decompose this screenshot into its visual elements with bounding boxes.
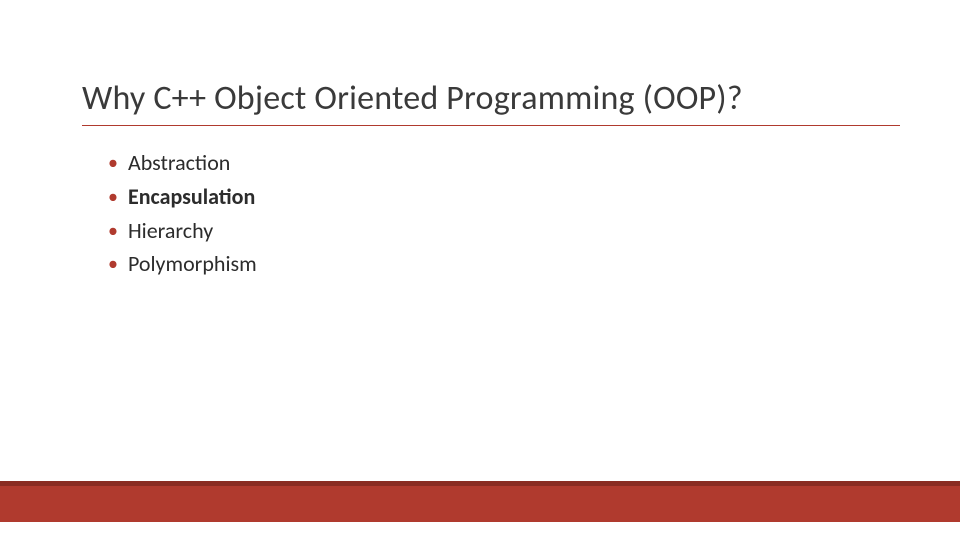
bullet-text: Hierarchy — [128, 216, 213, 247]
bullet-list: • Abstraction • Encapsulation • Hierarch… — [108, 148, 257, 283]
footer-band — [0, 486, 960, 522]
bullet-text: Polymorphism — [128, 249, 257, 280]
slide-title: Why C++ Object Oriented Programming (OOP… — [82, 78, 900, 126]
bullet-item: • Hierarchy — [108, 216, 257, 247]
bullet-dot-icon: • — [108, 182, 118, 212]
bullet-text: Encapsulation — [128, 182, 255, 213]
bullet-item: • Polymorphism — [108, 249, 257, 280]
bullet-dot-icon: • — [108, 249, 118, 279]
slide: Why C++ Object Oriented Programming (OOP… — [0, 0, 960, 540]
bullet-text: Abstraction — [128, 148, 230, 179]
bullet-dot-icon: • — [108, 216, 118, 246]
bullet-item: • Abstraction — [108, 148, 257, 179]
bullet-dot-icon: • — [108, 148, 118, 178]
bullet-item: • Encapsulation — [108, 182, 257, 213]
